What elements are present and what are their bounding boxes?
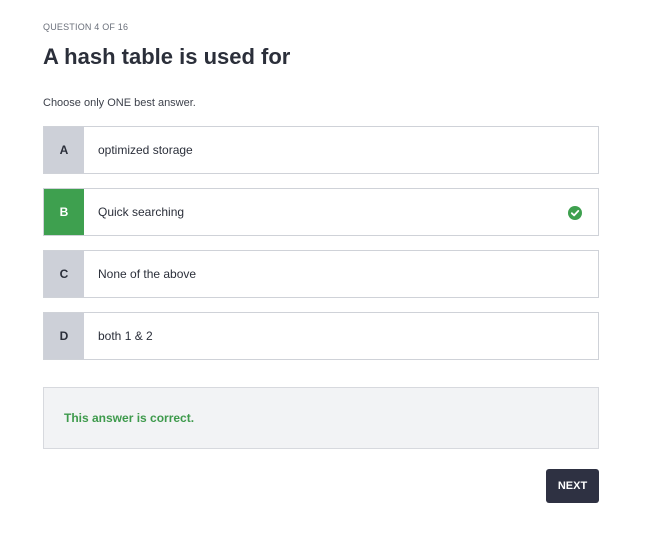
feedback-message: This answer is correct.: [64, 411, 195, 425]
option-label: Quick searching: [98, 205, 185, 219]
question-counter: QUESTION 4 OF 16: [43, 22, 129, 32]
option-d[interactable]: D both 1 & 2: [43, 312, 599, 360]
option-label: both 1 & 2: [98, 329, 153, 343]
check-circle-icon: [568, 206, 582, 220]
answer-options: A optimized storage B Quick searching C …: [43, 126, 599, 374]
option-letter: C: [44, 251, 84, 297]
answer-instruction: Choose only ONE best answer.: [43, 97, 196, 109]
option-letter: D: [44, 313, 84, 359]
feedback-box: This answer is correct.: [43, 387, 599, 449]
option-label: optimized storage: [98, 143, 193, 157]
option-b[interactable]: B Quick searching: [43, 188, 599, 236]
quiz-page: QUESTION 4 OF 16 A hash table is used fo…: [0, 0, 670, 559]
question-title: A hash table is used for: [43, 44, 291, 69]
option-letter: B: [44, 189, 84, 235]
next-button[interactable]: NEXT: [546, 469, 599, 503]
option-letter: A: [44, 127, 84, 173]
option-label: None of the above: [98, 267, 197, 281]
option-a[interactable]: A optimized storage: [43, 126, 599, 174]
option-c[interactable]: C None of the above: [43, 250, 599, 298]
